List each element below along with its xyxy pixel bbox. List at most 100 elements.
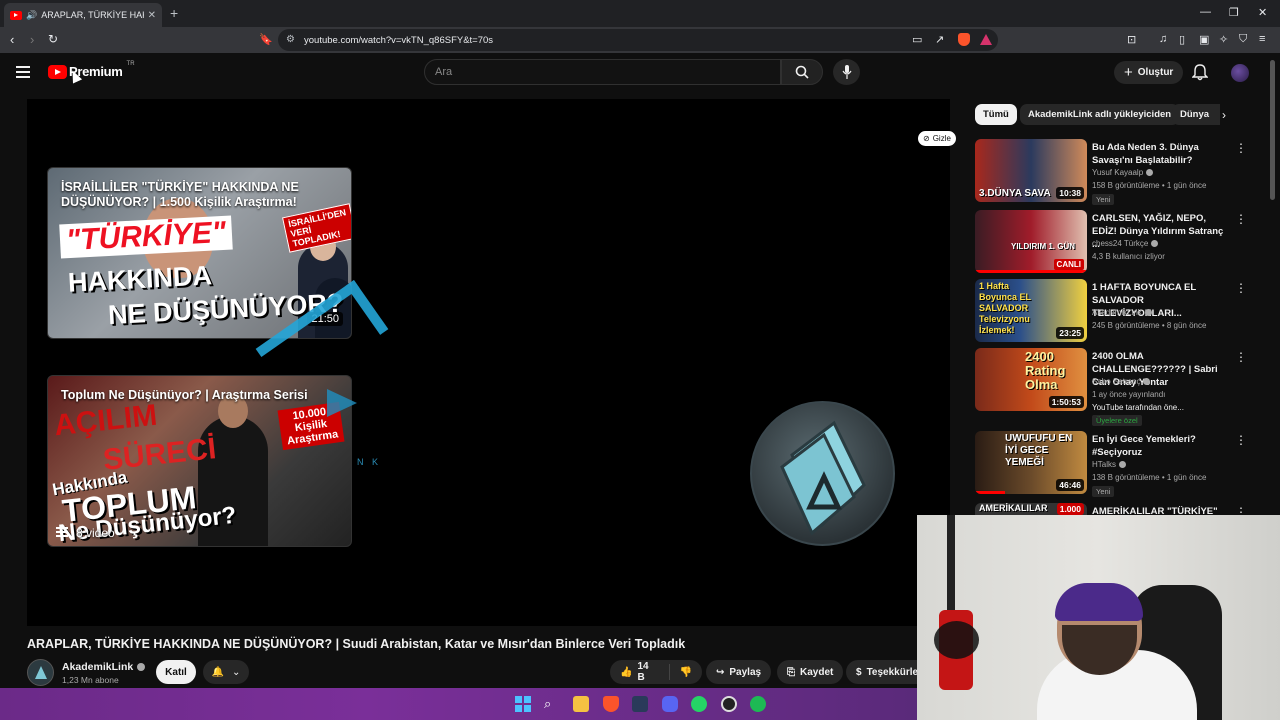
menu-icon[interactable]: ≡: [1259, 33, 1265, 45]
address-bar[interactable]: ⚙ youtube.com/watch?v=vkTN_q86SFY&t=70s: [278, 29, 998, 51]
recommended-video[interactable]: UWUFUFU EN İYİ GECE YEMEĞİ 46:46 En İyi …: [975, 431, 1265, 497]
share-button[interactable]: ↪ Paylaş: [706, 660, 772, 684]
recommended-video[interactable]: 2400 Rating Olma 1:50:53 2400 OLMA CHALL…: [975, 348, 1265, 428]
video-thumbnail[interactable]: 2400 Rating Olma 1:50:53: [975, 348, 1087, 411]
brave-rewards-icon[interactable]: [980, 34, 992, 45]
video-thumbnail[interactable]: YILDIRIM 1. GÜN CANLI: [975, 210, 1087, 273]
menu-hamburger-icon[interactable]: [16, 66, 30, 81]
channel-name[interactable]: Sabo Satranç: [1092, 377, 1151, 386]
account-avatar[interactable]: [1231, 64, 1249, 82]
reload-icon[interactable]: ↻: [48, 32, 58, 46]
chip-from-uploader[interactable]: AkademikLink adlı yükleyiciden: [1020, 104, 1180, 125]
youtube-logo[interactable]: Premium TR: [48, 61, 135, 79]
brave-browser-icon[interactable]: [603, 696, 619, 712]
hide-endscreen-button[interactable]: ⊘ Gizle: [918, 131, 956, 146]
speaker-icon[interactable]: 🔊: [26, 10, 37, 21]
video-duration: 1:50:53: [1048, 396, 1084, 408]
thumbnail-text: 2400 Rating Olma: [1025, 349, 1066, 392]
video-thumbnail[interactable]: UWUFUFU EN İYİ GECE YEMEĞİ 46:46: [975, 431, 1087, 494]
channel-name[interactable]: AkademikLink: [1092, 308, 1152, 317]
forward-icon[interactable]: ›: [30, 32, 34, 47]
create-button[interactable]: + Oluştur: [1114, 61, 1184, 84]
whatsapp-icon[interactable]: [691, 696, 707, 712]
screen: 🔊 ARAPLAR, TÜRKİYE HAKKINDA ✕ + — ❐ ✕ ‹ …: [0, 0, 1280, 720]
new-tab-button[interactable]: +: [170, 5, 178, 21]
recommended-video[interactable]: 3.DÜNYA SAVA 10:38 Bu Ada Neden 3. Dünya…: [975, 139, 1265, 205]
video-meta: 245 B görüntüleme • 8 gün önce: [1092, 321, 1207, 330]
recommended-video[interactable]: 1 Hafta Boyunca EL SALVADOR Televizyonu …: [975, 279, 1265, 345]
chip-world[interactable]: Dünya: [1172, 104, 1220, 125]
verified-icon: [1151, 240, 1159, 247]
channel-avatar[interactable]: [27, 659, 54, 686]
close-window-icon[interactable]: ✕: [1258, 6, 1267, 19]
spotify-icon[interactable]: [750, 696, 766, 712]
discord-icon[interactable]: [662, 696, 678, 712]
vpn-icon[interactable]: ⛉: [1239, 33, 1247, 46]
verified-icon: [137, 663, 146, 671]
restore-icon[interactable]: ❐: [1229, 6, 1239, 19]
app-icon[interactable]: [632, 696, 648, 712]
search-icon: [795, 65, 809, 79]
channel-name[interactable]: Yusuf Kayaalp: [1092, 168, 1154, 177]
screenshot-icon[interactable]: ⊡: [1127, 33, 1136, 46]
more-actions-icon[interactable]: ⋮: [1235, 505, 1247, 515]
like-button[interactable]: 👍 14 B: [610, 661, 670, 683]
join-button[interactable]: Katıl: [156, 660, 196, 684]
video-thumbnail[interactable]: 1 Hafta Boyunca EL SALVADOR Televizyonu …: [975, 279, 1087, 342]
thanks-button[interactable]: $ Teşekkürle: [846, 660, 917, 684]
dislike-button[interactable]: 👎: [670, 667, 702, 678]
thumbnail-text: AÇILIM: [52, 398, 159, 443]
more-actions-icon[interactable]: ⋮: [1235, 433, 1247, 447]
cast-icon[interactable]: ▭: [912, 33, 922, 46]
playlist-icon: [56, 527, 68, 539]
channel-name[interactable]: HTalks: [1092, 460, 1127, 469]
browser-tab[interactable]: 🔊 ARAPLAR, TÜRKİYE HAKKINDA ✕: [4, 3, 162, 27]
back-icon[interactable]: ‹: [10, 32, 14, 47]
share-page-icon[interactable]: ↗: [935, 33, 944, 46]
youtube-favicon-icon: [10, 10, 22, 20]
channel-name[interactable]: AkademikLink: [62, 661, 146, 673]
leo-icon[interactable]: ✧: [1219, 33, 1228, 46]
page-scrollbar[interactable]: [1270, 60, 1275, 200]
site-settings-icon[interactable]: ⚙: [286, 34, 295, 45]
progress-bar: [975, 491, 1005, 494]
akademiklink-logo-icon: [780, 420, 866, 535]
minimize-icon[interactable]: —: [1200, 6, 1211, 18]
obs-icon[interactable]: [721, 696, 737, 712]
recommended-video[interactable]: YILDIRIM 1. GÜN CANLI CARLSEN, YAĞIZ, NE…: [975, 210, 1265, 276]
more-actions-icon[interactable]: ⋮: [1235, 281, 1247, 295]
like-dislike-group: 👍 14 B 👎: [610, 660, 702, 684]
chevron-right-icon[interactable]: ›: [1222, 108, 1226, 122]
video-player[interactable]: ⊘ Gizle İSRAİLLİLER "TÜRKİYE" HAKKINDA N…: [27, 99, 956, 626]
more-actions-icon[interactable]: ⋮: [1235, 141, 1247, 155]
media-icon[interactable]: ♫: [1159, 33, 1167, 45]
wallet-icon[interactable]: ▣: [1199, 33, 1209, 46]
save-button[interactable]: ⎘ Kaydet: [777, 660, 844, 684]
save-label: Kaydet: [800, 666, 834, 678]
video-meta: 1 ay önce yayınlandı: [1092, 390, 1166, 399]
video-thumbnail[interactable]: 3.DÜNYA SAVA 10:38: [975, 139, 1087, 202]
brave-shields-icon[interactable]: [958, 33, 970, 46]
more-actions-icon[interactable]: ⋮: [1235, 350, 1247, 364]
sidebar-icon[interactable]: ▯: [1179, 33, 1185, 46]
verified-icon: [1143, 378, 1151, 385]
voice-search-button[interactable]: [833, 59, 860, 85]
subscribe-channel-logo[interactable]: [750, 401, 895, 546]
more-actions-icon[interactable]: ⋮: [1235, 212, 1247, 226]
thumbnail-text: 3.DÜNYA SAVA: [979, 188, 1051, 199]
video-thumbnail[interactable]: AMERİKALILAR 1.000: [975, 503, 1087, 515]
close-tab-icon[interactable]: ✕: [148, 10, 156, 21]
notifications-bell-icon[interactable]: [1192, 64, 1208, 81]
endscreen-playlist-card[interactable]: AÇILIM SÜRECİ TOPLUM Hakkında Ne Düşünüy…: [47, 375, 352, 547]
subscription-bell-button[interactable]: 🔔 ⌄: [203, 660, 249, 684]
channel-name[interactable]: chess24 Türkçe: [1092, 239, 1159, 248]
search-input[interactable]: Ara: [424, 59, 781, 85]
file-explorer-icon[interactable]: [573, 696, 589, 712]
recommended-video[interactable]: AMERİKALILAR 1.000 AMERİKALILAR "TÜRKİYE…: [975, 503, 1265, 515]
thumbs-up-icon: 👍: [620, 666, 633, 678]
chip-all[interactable]: Tümü: [975, 104, 1017, 125]
bookmark-icon[interactable]: 🔖: [259, 33, 273, 46]
search-icon[interactable]: ⌕: [544, 696, 560, 712]
search-button[interactable]: [781, 59, 823, 85]
windows-start-icon[interactable]: [515, 696, 531, 712]
